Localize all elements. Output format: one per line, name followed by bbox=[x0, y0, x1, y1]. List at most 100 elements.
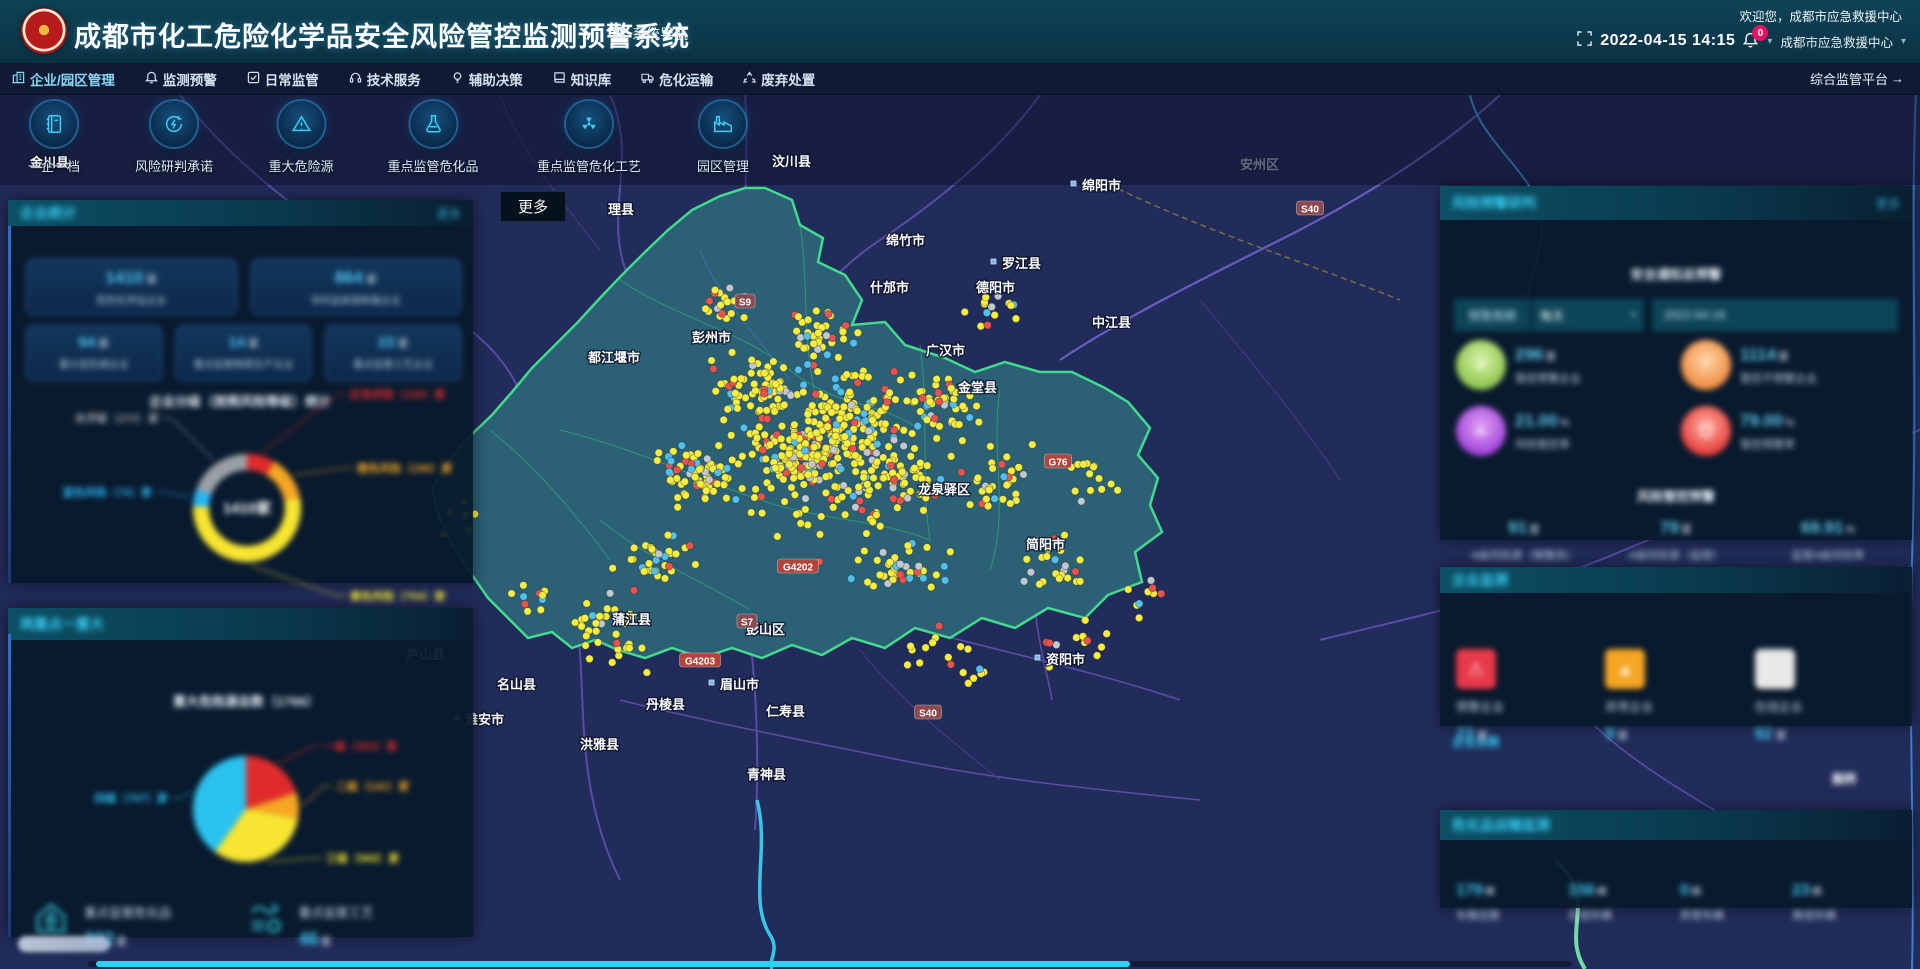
stat-uncontrolled-warning: 1114家 管控不预警企业 bbox=[1681, 340, 1906, 390]
subnav-label: 重大危险源 bbox=[268, 156, 333, 175]
map-city-label: 汶川县 bbox=[772, 154, 811, 169]
map-city-label: 名山县 bbox=[497, 677, 536, 692]
subnav-item-park-management[interactable]: 园区管理 bbox=[697, 101, 749, 175]
stat-box-key-process-enterprises: 23家 重点监管工艺企业 bbox=[325, 325, 461, 381]
transport-total-vehicles: 179辆 车辆总数 bbox=[1456, 882, 1568, 923]
city-marker bbox=[1035, 655, 1040, 660]
map-city-label: 理县 bbox=[608, 202, 634, 217]
map-city-label: 什邡市 bbox=[870, 280, 909, 295]
map-more-button[interactable]: 更多 bbox=[500, 191, 566, 222]
grid-icon bbox=[612, 26, 626, 43]
panel-more-link[interactable]: 更多 bbox=[1876, 195, 1900, 212]
city-marker bbox=[1071, 181, 1076, 186]
nav-item-waste-disposal[interactable]: 废弃处置 bbox=[743, 69, 815, 89]
map-city-label: 龙泉驿区 bbox=[918, 482, 970, 497]
org-dropdown[interactable]: 成都市应急救援中心 bbox=[1780, 32, 1893, 51]
platform-link-label: 综合监管平台 bbox=[1810, 69, 1888, 88]
notification-bell[interactable]: 0 bbox=[1743, 32, 1759, 50]
subnav-item-key-process[interactable]: 重点监管危化工艺 bbox=[537, 101, 641, 175]
subnav-label: 重点监管危化工艺 bbox=[537, 156, 641, 175]
online-square-icon bbox=[1755, 649, 1795, 689]
panel-title: 企业监测 bbox=[1452, 570, 1508, 590]
major-hazard-panel: 两重点一重大 重大危险源总数（1766）一级（353）家二级（141）家三级（5… bbox=[8, 608, 473, 937]
transport-abnormal-vehicles: 0辆 异常车辆 bbox=[1680, 882, 1792, 923]
stat-a-level-supervise: 79家 A级风险源（监管） bbox=[1600, 518, 1752, 563]
check-square-icon bbox=[247, 71, 260, 87]
stat-a-level-rectify: 91家 A级风险源（需整改） bbox=[1448, 518, 1600, 563]
map-city-label: 德阳市 bbox=[976, 280, 1015, 295]
main-navbar: 企业/园区管理 监测预警 日常监管 技术服务 辅助决策 知识库 危化运输 废弃处… bbox=[0, 63, 1920, 95]
notification-badge: 0 bbox=[1752, 25, 1768, 41]
risk-level-donut-chart: 企业分级（按照风险等级）统计红色风险（120）家橙色风险（190）家黄色风险（7… bbox=[8, 376, 473, 609]
chevron-down-icon[interactable]: ▾ bbox=[1767, 36, 1772, 47]
nav-item-label: 企业/园区管理 bbox=[30, 69, 115, 89]
map-city-label: 安州区 bbox=[1240, 157, 1279, 172]
nav-item-label: 废弃处置 bbox=[761, 69, 815, 89]
subnav-item-major-hazard[interactable]: 重大危险源 bbox=[268, 101, 333, 175]
nav-item-tech-service[interactable]: 技术服务 bbox=[349, 69, 421, 89]
period-select-value: 每天 bbox=[1540, 307, 1564, 324]
svg-text:G4202: G4202 bbox=[783, 563, 813, 574]
map-city-label: 中江县 bbox=[1092, 315, 1131, 330]
stat-warning-rate: 79.00% 管控预警率 bbox=[1681, 406, 1906, 456]
bottom-scrollbar-thumb[interactable] bbox=[96, 961, 1130, 967]
map-city-label: 眉山市 bbox=[720, 677, 759, 692]
svg-text:四级（707）家: 四级（707）家 bbox=[95, 791, 169, 805]
nav-item-hazmat-transport[interactable]: 危化运输 bbox=[641, 69, 713, 89]
map-city-label: 丹棱县 bbox=[646, 697, 685, 712]
app-logo bbox=[21, 8, 67, 54]
nav-item-label: 技术服务 bbox=[367, 69, 421, 89]
warning-triangle-icon bbox=[278, 101, 324, 147]
panel-title: 两重点一重大 bbox=[20, 614, 104, 634]
stat-controlled-warning: 296家 管控预警企业 bbox=[1456, 340, 1681, 390]
nav-item-daily-supervision[interactable]: 日常监管 bbox=[247, 69, 319, 89]
period-filter-label: 预警周期 bbox=[1454, 299, 1530, 331]
transport-online-vehicles: 156辆 在线车辆 bbox=[1568, 882, 1680, 923]
integrated-platform-link[interactable]: 综合监管平台 → bbox=[1810, 69, 1904, 88]
page-title: 成都市化工危险化学品安全风险管控监测预警系统 bbox=[74, 15, 690, 54]
refresh-bolt-icon bbox=[151, 101, 197, 147]
subnav-item-enterprise-archive[interactable]: 一企一档 bbox=[28, 101, 80, 175]
svg-text:1410家: 1410家 bbox=[223, 499, 271, 517]
flask-icon bbox=[410, 101, 456, 147]
section-title: 风险管控预警 bbox=[1440, 486, 1912, 505]
period-select[interactable]: 每天 ▾ bbox=[1532, 299, 1644, 331]
stat-box-hazchem-enterprises: 1410家 危险化学品企业 bbox=[26, 259, 237, 315]
chevron-down-icon[interactable]: ▾ bbox=[1901, 36, 1906, 47]
nav-item-monitor-warning[interactable]: 监测预警 bbox=[145, 69, 217, 89]
nav-item-enterprise-park[interactable]: 企业/园区管理 bbox=[12, 69, 115, 89]
system-nav-button[interactable]: 系统导航 bbox=[612, 24, 688, 44]
bar-chart-circle-icon bbox=[1456, 406, 1506, 456]
city-marker bbox=[709, 680, 714, 685]
svg-text:蓝色风险（74）家: 蓝色风险（74）家 bbox=[63, 485, 153, 499]
subnav-label: 一企一档 bbox=[28, 156, 80, 175]
building-icon bbox=[12, 71, 25, 87]
subnav-item-key-chemicals[interactable]: 重点监管危化品 bbox=[387, 101, 478, 175]
arrow-right-icon: → bbox=[1891, 71, 1904, 86]
stat-box-key-substance-enterprises: 14家 重点监管物质生产企业 bbox=[176, 325, 312, 381]
svg-text:S9: S9 bbox=[739, 298, 752, 309]
stat-control-rate: 21.00% 风险管控率 bbox=[1456, 406, 1681, 456]
stat-box-major-hazard-enterprises: 94家 重大危险源企业 bbox=[26, 325, 162, 381]
svg-text:一级（353）家: 一级（353）家 bbox=[324, 739, 398, 753]
fullscreen-button[interactable] bbox=[1577, 31, 1592, 51]
map-city-label: 彭州市 bbox=[692, 330, 731, 345]
chevron-down-icon: ▾ bbox=[1631, 310, 1636, 321]
enterprise-monitor-panel: 企业监测 ⚠ 预警企业 23家 ▲ 异常企业 9家 在线企业 92家 bbox=[1440, 567, 1912, 726]
svg-text:橙色风险（190）家: 橙色风险（190）家 bbox=[357, 461, 453, 475]
svg-text:G76: G76 bbox=[1049, 458, 1068, 469]
map-city-label: 绵阳市 bbox=[1082, 178, 1121, 193]
nav-item-decision-support[interactable]: 辅助决策 bbox=[451, 69, 523, 89]
nav-item-knowledge-base[interactable]: 知识库 bbox=[553, 69, 612, 89]
panel-title: 企业统计 bbox=[20, 203, 76, 223]
svg-text:企业分级（按照风险等级）统计: 企业分级（按照风险等级）统计 bbox=[148, 394, 331, 409]
abnormal-square-icon: ▲ bbox=[1605, 649, 1645, 689]
date-input[interactable]: 2022-04-16 bbox=[1652, 299, 1898, 331]
transport-monitor-panel: 危化品运输监测 179辆 车辆总数 156辆 在线车辆 0辆 异常车辆 23辆 … bbox=[1440, 810, 1912, 908]
svg-text:S40: S40 bbox=[919, 709, 937, 720]
map-city-label: 青神县 bbox=[747, 767, 786, 782]
subnav-label: 重点监管危化品 bbox=[387, 156, 478, 175]
panel-more-link[interactable]: 更多 bbox=[437, 205, 461, 222]
subnav-item-risk-commitment[interactable]: 风险研判承诺 bbox=[135, 101, 213, 175]
subnav-label: 园区管理 bbox=[697, 156, 749, 175]
